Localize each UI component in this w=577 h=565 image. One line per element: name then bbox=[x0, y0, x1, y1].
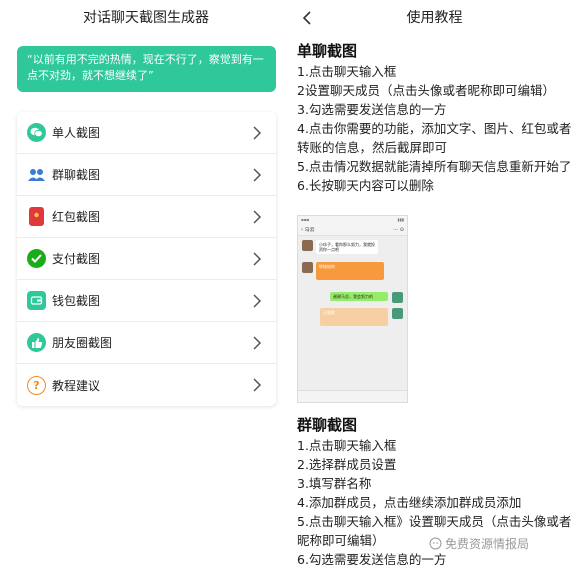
menu-item-label: 单人截图 bbox=[52, 126, 101, 140]
question-icon: ? bbox=[27, 375, 46, 395]
avatar bbox=[392, 292, 403, 303]
menu-item-label: 支付截图 bbox=[52, 252, 101, 266]
chevron-right-icon bbox=[253, 294, 262, 308]
menu-item-group-chat[interactable]: 群聊截图 bbox=[17, 154, 276, 196]
chevron-right-icon bbox=[253, 168, 262, 182]
quote-banner[interactable]: “以前有用不完的热情，现在不行了，察觉到有一点不对劲，就不想继续了” bbox=[17, 46, 276, 92]
step-item: 3.勾选需要发送信息的一方 bbox=[297, 102, 447, 117]
wechat-logo-icon bbox=[429, 537, 442, 550]
menu-item-label: 红包截图 bbox=[52, 210, 101, 224]
phone-status-bar: ▪▪▪ ▮▮▮ bbox=[298, 216, 407, 224]
feature-menu: 单人截图 群聊截图 红包截图 支付截图 钱包截图 朋友圈截图 ? 教程建议 bbox=[17, 112, 276, 406]
step-item: 3.填写群名称 bbox=[297, 476, 372, 491]
menu-item-tutorial[interactable]: ? 教程建议 bbox=[17, 364, 276, 406]
transfer-bubble: 转账给你 bbox=[316, 262, 384, 280]
example-chat-screenshot: ▪▪▪ ▮▮▮ ‹ 马云 ⋯ ⊙ 小伙子，看你那么努力，我就投资你一点吧 转账给你… bbox=[297, 215, 408, 403]
avatar bbox=[302, 240, 313, 251]
avatar bbox=[302, 262, 313, 273]
watermark: 免费资源情报局 bbox=[429, 535, 529, 552]
section-title-group-chat: 群聊截图 bbox=[297, 416, 358, 434]
menu-item-red-packet[interactable]: 红包截图 bbox=[17, 196, 276, 238]
wallet-icon bbox=[27, 291, 46, 310]
menu-item-label: 朋友圈截图 bbox=[52, 336, 113, 350]
wechat-chat-icon bbox=[27, 123, 46, 142]
watermark-text: 免费资源情报局 bbox=[445, 537, 530, 551]
tutorial-panel: 使用教程 单聊截图 1.点击聊天输入框 2设置聊天成员（点击头像或者昵称即可编辑… bbox=[292, 0, 577, 565]
menu-item-label: 群聊截图 bbox=[52, 168, 101, 182]
back-arrow-icon[interactable] bbox=[300, 10, 314, 26]
section-title-single-chat: 单聊截图 bbox=[297, 42, 358, 60]
group-users-icon bbox=[27, 165, 46, 184]
step-item: 6.勾选需要发送信息的一方 bbox=[297, 552, 447, 565]
menu-item-payment[interactable]: 支付截图 bbox=[17, 238, 276, 280]
menu-item-label: 钱包截图 bbox=[52, 294, 101, 308]
step-item: 6.长按聊天内容可以删除 bbox=[297, 178, 434, 193]
step-item: 5.点击情况数据就能清掉所有聊天信息重新开始了 bbox=[297, 159, 572, 174]
step-item: 2.选择群成员设置 bbox=[297, 457, 397, 472]
chevron-right-icon bbox=[253, 126, 262, 140]
chevron-right-icon bbox=[253, 336, 262, 350]
thumbs-up-icon bbox=[27, 333, 46, 352]
sent-message-bubble: 谢谢马总，我会努力的 bbox=[330, 292, 388, 301]
avatar bbox=[392, 308, 403, 319]
tutorial-header: 使用教程 bbox=[292, 0, 577, 36]
single-chat-steps: 1.点击聊天输入框 2设置聊天成员（点击头像或者昵称即可编辑） 3.勾选需要发送… bbox=[297, 62, 575, 195]
phone-input-bar bbox=[298, 390, 407, 402]
red-packet-icon bbox=[29, 207, 44, 226]
menu-item-label: 教程建议 bbox=[52, 378, 101, 393]
chevron-right-icon bbox=[253, 378, 262, 392]
phone-chat-title: 马云 bbox=[304, 227, 315, 233]
step-item: 1.点击聊天输入框 bbox=[297, 64, 397, 79]
phone-more-icon: ⋯ ⊙ bbox=[393, 226, 404, 233]
phone-back-icon: ‹ bbox=[301, 227, 303, 233]
menu-item-single-chat[interactable]: 单人截图 bbox=[17, 112, 276, 154]
chevron-right-icon bbox=[253, 210, 262, 224]
app-title: 对话聊天截图生成器 bbox=[83, 10, 209, 26]
step-item: 4.点击你需要的功能，添加文字、图片、红包或者转账的信息，然后截屏即可 bbox=[297, 121, 572, 155]
step-item: 2设置聊天成员（点击头像或者昵称即可编辑） bbox=[297, 83, 555, 98]
received-transfer-bubble: 已收款 bbox=[320, 308, 388, 326]
generator-panel: 对话聊天截图生成器 “以前有用不完的热情，现在不行了，察觉到有一点不对劲，就不想… bbox=[0, 0, 292, 565]
menu-item-wallet[interactable]: 钱包截图 bbox=[17, 280, 276, 322]
chevron-right-icon bbox=[253, 252, 262, 266]
step-item: 1.点击聊天输入框 bbox=[297, 438, 397, 453]
menu-item-moments[interactable]: 朋友圈截图 bbox=[17, 322, 276, 364]
phone-nav-bar: ‹ 马云 ⋯ ⊙ bbox=[298, 224, 407, 236]
page-title: 使用教程 bbox=[406, 10, 463, 26]
payment-check-icon bbox=[27, 249, 46, 268]
received-message-bubble: 小伙子，看你那么努力，我就投资你一点吧 bbox=[316, 240, 378, 254]
step-item: 4.添加群成员，点击继续添加群成员添加 bbox=[297, 495, 522, 510]
